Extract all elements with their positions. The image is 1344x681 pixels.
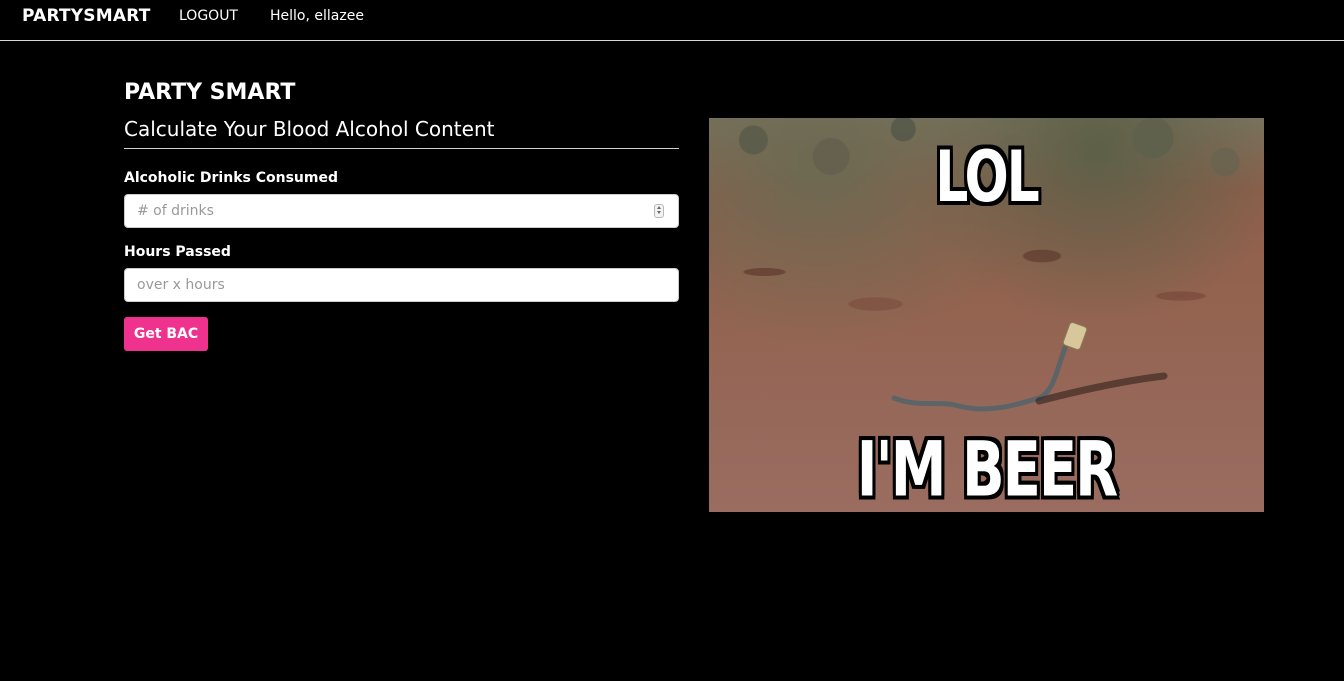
meme-bottom-text: I'M BEER <box>856 426 1119 512</box>
drinks-input[interactable] <box>124 194 679 228</box>
brand-link[interactable]: PARTYSMART <box>22 6 151 26</box>
hours-label: Hours Passed <box>124 244 231 260</box>
page-title: PARTY SMART <box>124 80 296 105</box>
drinks-label: Alcoholic Drinks Consumed <box>124 170 338 186</box>
navbar: PARTYSMART LOGOUT Hello, ellazee <box>0 0 1344 41</box>
drinks-stepper-icon[interactable] <box>654 204 664 218</box>
user-greeting: Hello, ellazee <box>270 8 364 24</box>
get-bac-button[interactable]: Get BAC <box>124 317 208 351</box>
page-subtitle: Calculate Your Blood Alcohol Content <box>124 117 679 149</box>
meme-image: LOL I'M BEER <box>709 118 1264 512</box>
stepper-up-icon[interactable] <box>657 206 661 209</box>
stepper-down-icon[interactable] <box>657 211 661 214</box>
meme-top-text: LOL <box>935 137 1040 219</box>
logout-link[interactable]: LOGOUT <box>179 8 238 24</box>
hours-input[interactable] <box>124 268 679 302</box>
